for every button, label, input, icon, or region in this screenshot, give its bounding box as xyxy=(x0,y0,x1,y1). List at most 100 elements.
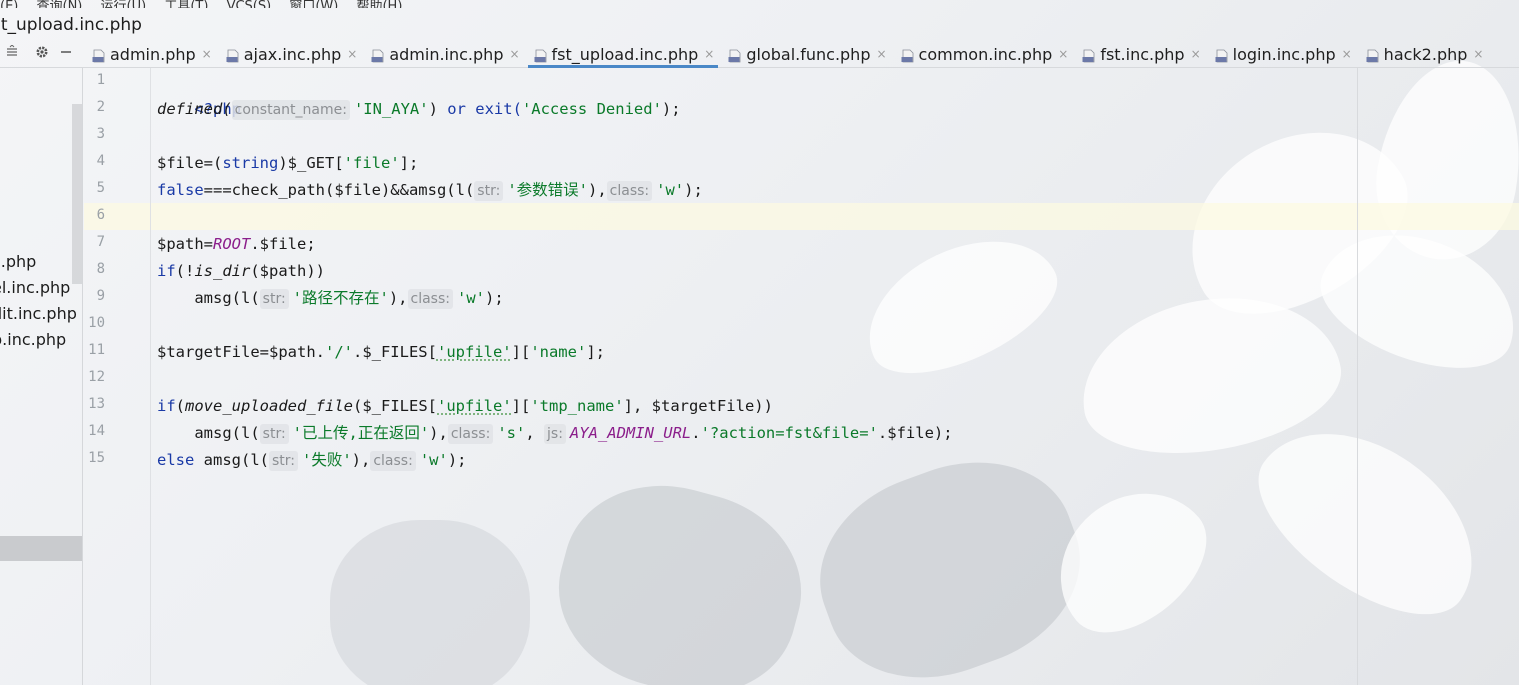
project-file-item[interactable]: p.inc.php xyxy=(0,330,66,349)
menu-item[interactable]: (E) xyxy=(0,0,18,8)
line-number[interactable]: 12 xyxy=(83,369,105,385)
code-token: amsg(l( xyxy=(157,289,260,307)
line-number-gutter[interactable]: 1 2 3 4 5 6 7 8 9 10 11 12 13 14 15 xyxy=(83,68,151,685)
line-number[interactable]: 13 xyxy=(83,396,105,412)
parameter-hint: str: xyxy=(268,451,298,471)
code-keyword: or xyxy=(447,100,466,118)
line-number[interactable]: 15 xyxy=(83,450,105,466)
parameter-hint: class: xyxy=(370,451,416,471)
code-token: .$file); xyxy=(877,424,953,442)
tab-hack2-php[interactable]: hack2.php × xyxy=(1358,41,1490,67)
line-number[interactable]: 3 xyxy=(83,126,105,142)
project-panel-scrollbar[interactable] xyxy=(72,104,82,284)
close-icon[interactable]: × xyxy=(509,47,519,61)
menu-item[interactable]: 窗口(W) xyxy=(289,0,338,8)
close-icon[interactable]: × xyxy=(1473,47,1483,61)
tab-ajax-inc-php[interactable]: ajax.inc.php × xyxy=(218,41,364,67)
close-icon[interactable]: × xyxy=(1058,47,1068,61)
code-string: 'Access Denied' xyxy=(521,100,662,118)
tab-fst_upload-inc-php[interactable]: fst_upload.inc.php × xyxy=(526,41,721,68)
code-editor[interactable]: <?php defined(constant_name: 'IN_AYA') or… xyxy=(157,68,953,471)
code-token: )$_GET[ xyxy=(278,154,344,172)
code-token: ]; xyxy=(586,343,605,361)
code-token: ($path)) xyxy=(250,262,325,280)
code-token: ($_FILES[ xyxy=(353,397,437,415)
code-keyword: if xyxy=(157,262,176,280)
code-token: ), xyxy=(388,289,408,307)
parameter-hint: class: xyxy=(447,424,494,444)
tab-label: hack2.php xyxy=(1383,44,1468,64)
code-string: 'upfile' xyxy=(436,343,512,361)
gear-icon[interactable] xyxy=(30,45,54,63)
line-number[interactable]: 5 xyxy=(83,180,105,196)
parameter-hint: js: xyxy=(544,424,566,444)
close-icon[interactable]: × xyxy=(202,47,212,61)
tab-label: ajax.inc.php xyxy=(243,44,342,64)
parameter-hint: str: xyxy=(259,424,289,444)
tab-admin-php[interactable]: admin.php × xyxy=(84,41,218,67)
code-token: = xyxy=(203,235,214,253)
code-string: 'w' xyxy=(457,289,485,307)
current-line-highlight xyxy=(84,203,1519,230)
tab-label: admin.inc.php xyxy=(389,44,504,64)
code-string: '失败' xyxy=(302,451,352,469)
line-number[interactable]: 9 xyxy=(83,288,105,304)
tab-login-inc-php[interactable]: login.inc.php × xyxy=(1207,41,1358,67)
parameter-hint: str: xyxy=(474,181,504,201)
php-file-icon xyxy=(371,49,384,63)
code-token: ), xyxy=(429,424,448,442)
right-margin-guide xyxy=(1357,68,1358,685)
code-keyword: exit( xyxy=(465,100,522,118)
close-icon[interactable]: × xyxy=(704,47,714,61)
menu-item[interactable]: 运行(U) xyxy=(101,0,147,8)
code-line-4: $file=(string)$_GET['file']; xyxy=(157,150,418,177)
project-file-item[interactable]: c.php xyxy=(0,252,36,271)
php-file-icon xyxy=(92,49,105,63)
line-number[interactable]: 4 xyxy=(83,153,105,169)
close-icon[interactable]: × xyxy=(1342,47,1352,61)
line-number[interactable]: 2 xyxy=(83,99,105,115)
code-variable: $file xyxy=(157,154,204,172)
line-number[interactable]: 11 xyxy=(83,342,105,358)
hide-panel-icon[interactable] xyxy=(54,45,78,63)
tab-label: global.func.php xyxy=(746,44,871,64)
tab-admin-inc-php[interactable]: admin.inc.php × xyxy=(363,41,525,67)
line-number[interactable]: 6 xyxy=(83,207,105,223)
project-panel: c.php el.inc.php dit.inc.php p.inc.php xyxy=(0,68,83,685)
code-token: ), xyxy=(351,451,371,469)
code-function: move_uploaded_file xyxy=(185,397,353,415)
code-function: is_dir xyxy=(194,262,251,280)
window-title-bar: st_upload.inc.php xyxy=(0,10,1519,40)
tab-global-func-php[interactable]: global.func.php × xyxy=(720,41,892,67)
code-token: =$path. xyxy=(259,343,325,361)
line-number[interactable]: 8 xyxy=(83,261,105,277)
code-string: 'tmp_name' xyxy=(530,397,624,415)
menu-item[interactable]: 工具(T) xyxy=(164,0,208,8)
code-keyword: else xyxy=(157,451,195,469)
code-token: ][ xyxy=(511,343,531,361)
menu-item[interactable]: 查询(N) xyxy=(37,0,83,8)
collapse-all-icon[interactable] xyxy=(0,44,24,63)
code-token: .$_FILES[ xyxy=(352,343,437,361)
close-icon[interactable]: × xyxy=(347,47,357,61)
line-number[interactable]: 7 xyxy=(83,234,105,250)
code-string: 'IN_AYA' xyxy=(353,100,429,118)
project-file-item[interactable]: dit.inc.php xyxy=(0,304,77,323)
project-file-item[interactable]: el.inc.php xyxy=(0,278,70,297)
line-number[interactable]: 1 xyxy=(83,72,105,88)
php-file-icon xyxy=(534,49,546,63)
close-icon[interactable]: × xyxy=(1191,47,1201,61)
menu-item[interactable]: VCS(S) xyxy=(227,0,272,8)
line-number[interactable]: 14 xyxy=(83,423,105,439)
menu-item[interactable]: 帮助(H) xyxy=(356,0,402,8)
code-token: ); xyxy=(684,181,703,199)
project-selected-row[interactable] xyxy=(0,536,82,561)
line-number[interactable]: 10 xyxy=(83,315,105,331)
code-token: ]; xyxy=(399,154,419,172)
code-token: amsg(l( xyxy=(194,451,269,469)
code-token: ); xyxy=(485,289,504,307)
code-constant: ROOT xyxy=(213,235,251,253)
close-icon[interactable]: × xyxy=(876,47,886,61)
tab-common-inc-php[interactable]: common.inc.php × xyxy=(893,41,1075,67)
tab-fst-inc-php[interactable]: fst.inc.php × xyxy=(1074,41,1206,67)
